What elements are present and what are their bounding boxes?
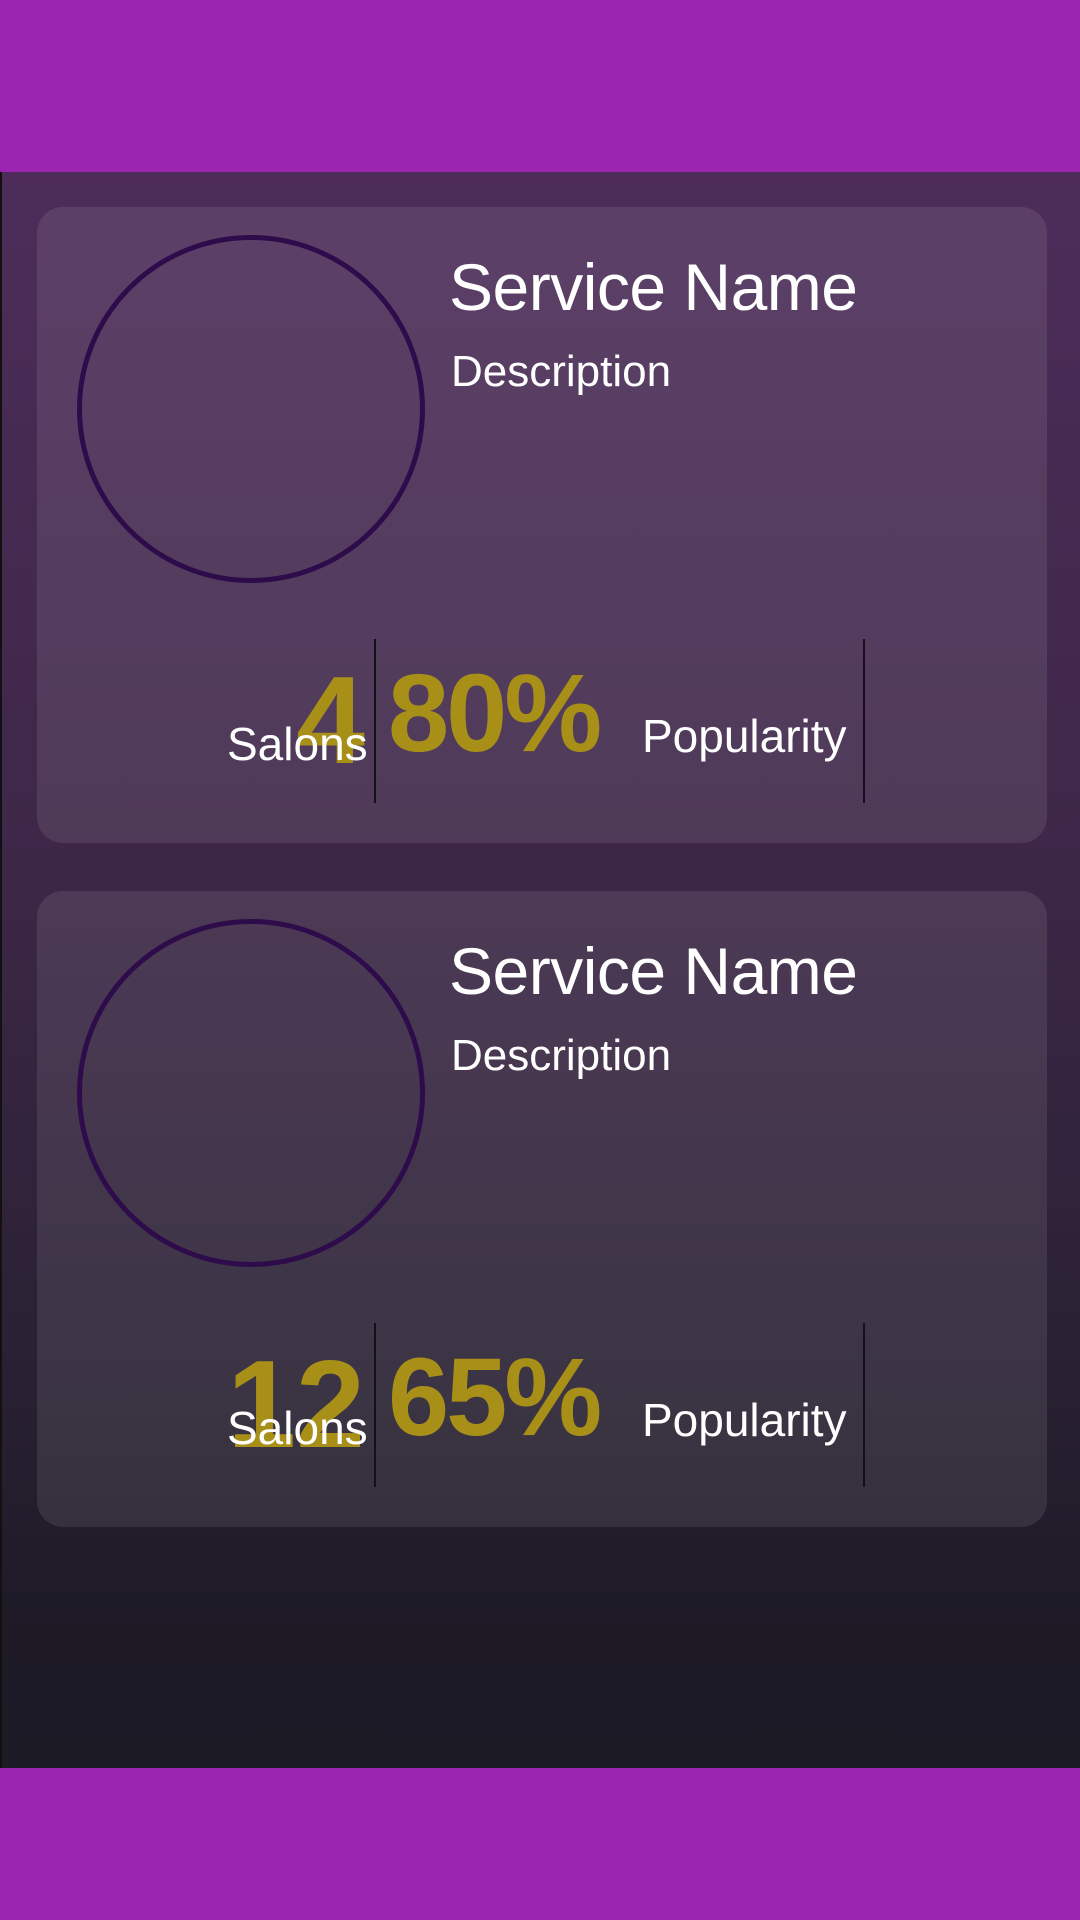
service-image-placeholder [77,235,425,583]
stat-divider [374,639,376,803]
service-description: Description [451,347,672,396]
service-name: Service Name [449,250,858,324]
salons-label: Salons [227,1402,368,1454]
service-name: Service Name [449,934,858,1008]
top-app-bar [0,0,1080,172]
popularity-label: Popularity [642,1394,847,1446]
stat-divider [374,1323,376,1487]
stat-divider [863,1323,865,1487]
service-card[interactable]: Service Name Description 4 Salons 80% Po… [37,207,1047,843]
popularity-label: Popularity [642,710,847,762]
service-card[interactable]: Service Name Description 12 Salons 65% P… [37,891,1047,1527]
stat-divider [863,639,865,803]
popularity-value: 80% [388,652,602,775]
bottom-bar [0,1768,1080,1920]
service-image-placeholder [77,919,425,1267]
service-description: Description [451,1031,672,1080]
popularity-value: 65% [388,1336,602,1459]
salons-label: Salons [227,718,368,770]
left-edge-line [0,172,2,1877]
